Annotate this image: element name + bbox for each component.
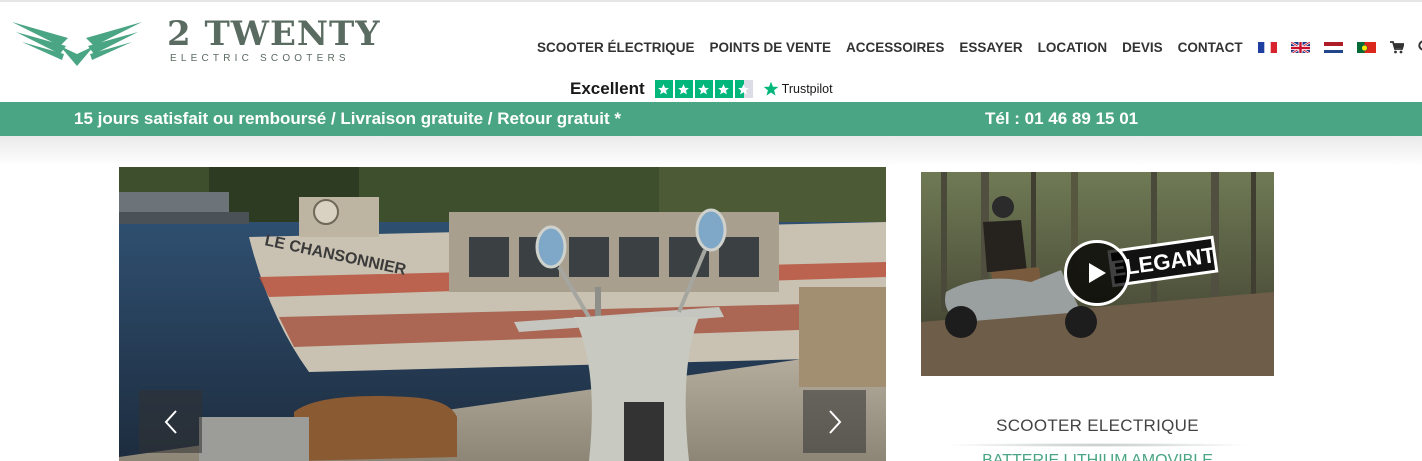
trustpilot-rating-word: Excellent: [570, 79, 645, 98]
nav-item-location[interactable]: LOCATION: [1038, 40, 1108, 55]
chevron-left-icon: [164, 409, 177, 434]
slider-prev-button[interactable]: [139, 390, 202, 453]
trustpilot-stars: [654, 80, 755, 98]
play-icon: [1089, 263, 1106, 283]
chevron-right-icon: [828, 409, 841, 434]
fr-flag-icon[interactable]: [1257, 41, 1277, 53]
trustpilot-star-icon: [763, 81, 778, 96]
page: 2 TWENTY ELECTRIC SCOOTERS SCOOTER ÉLECT…: [0, 0, 1422, 461]
sidebar-divider: [941, 443, 1254, 447]
trustpilot-logo: Trustpilot: [763, 81, 833, 97]
hero-slider[interactable]: LE CHANSONNIER: [119, 167, 886, 461]
promo-text: 15 jours satisfait ou remboursé / Livrai…: [74, 109, 621, 128]
brand-name[interactable]: 2 TWENTY: [167, 14, 381, 54]
star-icon: [694, 80, 713, 98]
header-shadow: [0, 136, 1422, 166]
sidebar-title: SCOOTER ELECTRIQUE: [996, 416, 1199, 435]
promo-banner: 15 jours satisfait ou remboursé / Livrai…: [0, 102, 1422, 136]
slide-photo: LE CHANSONNIER: [119, 167, 886, 461]
main-nav: SCOOTER ÉLECTRIQUE POINTS DE VENTE ACCES…: [537, 39, 1422, 55]
trustpilot-widget[interactable]: Excellent Trustpilot: [570, 79, 833, 99]
nav-item-contact[interactable]: CONTACT: [1178, 40, 1243, 55]
star-icon: [714, 80, 733, 98]
sidebar-subtitle[interactable]: BATTERIE LITHIUM AMOVIBLE: [921, 452, 1274, 461]
nav-item-devis[interactable]: DEVIS: [1122, 40, 1163, 55]
cart-icon[interactable]: [1389, 40, 1404, 54]
search-icon[interactable]: [1417, 40, 1422, 54]
star-icon: [674, 80, 693, 98]
site-header: 2 TWENTY ELECTRIC SCOOTERS SCOOTER ÉLECT…: [0, 0, 1422, 102]
nav-item-accessoires[interactable]: ACCESSOIRES: [846, 40, 944, 55]
star-icon: [654, 80, 673, 98]
half-star-icon: [734, 80, 753, 98]
nl-flag-icon[interactable]: [1323, 41, 1343, 53]
slider-next-button[interactable]: [803, 390, 866, 453]
pt-flag-icon[interactable]: [1356, 41, 1376, 53]
trustpilot-brand: Trustpilot: [781, 82, 833, 96]
logo-wings-icon[interactable]: [12, 16, 142, 73]
nav-item-points-de-vente[interactable]: POINTS DE VENTE: [710, 40, 832, 55]
nav-item-essayer[interactable]: ESSAYER: [959, 40, 1022, 55]
brand-tagline: ELECTRIC SCOOTERS: [170, 53, 350, 64]
uk-flag-icon[interactable]: [1290, 41, 1310, 53]
phone-number[interactable]: Tél : 01 46 89 15 01: [985, 109, 1138, 129]
promo-video[interactable]: ELEGANT: [921, 172, 1274, 376]
nav-item-scooter-electrique[interactable]: SCOOTER ÉLECTRIQUE: [537, 40, 695, 55]
play-button[interactable]: [1064, 240, 1130, 306]
